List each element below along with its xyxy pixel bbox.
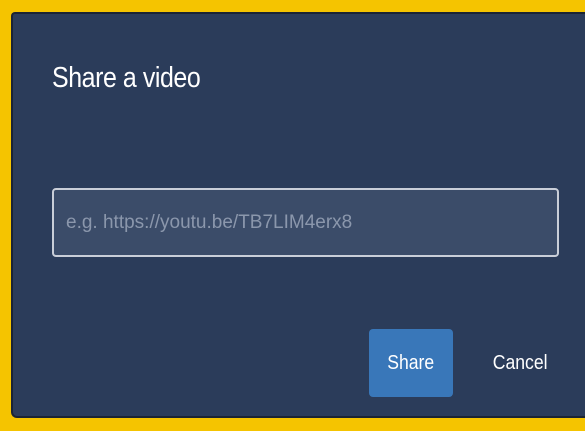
cancel-button[interactable]: Cancel	[473, 329, 567, 397]
highlight-frame: Share a video Share Cancel	[0, 0, 585, 431]
dialog-title: Share a video	[52, 62, 201, 94]
share-button-label: Share	[387, 351, 435, 374]
share-button[interactable]: Share	[369, 329, 453, 397]
video-url-input[interactable]	[52, 188, 559, 257]
cancel-button-label: Cancel	[492, 351, 548, 374]
share-video-dialog: Share a video Share Cancel	[11, 12, 585, 418]
